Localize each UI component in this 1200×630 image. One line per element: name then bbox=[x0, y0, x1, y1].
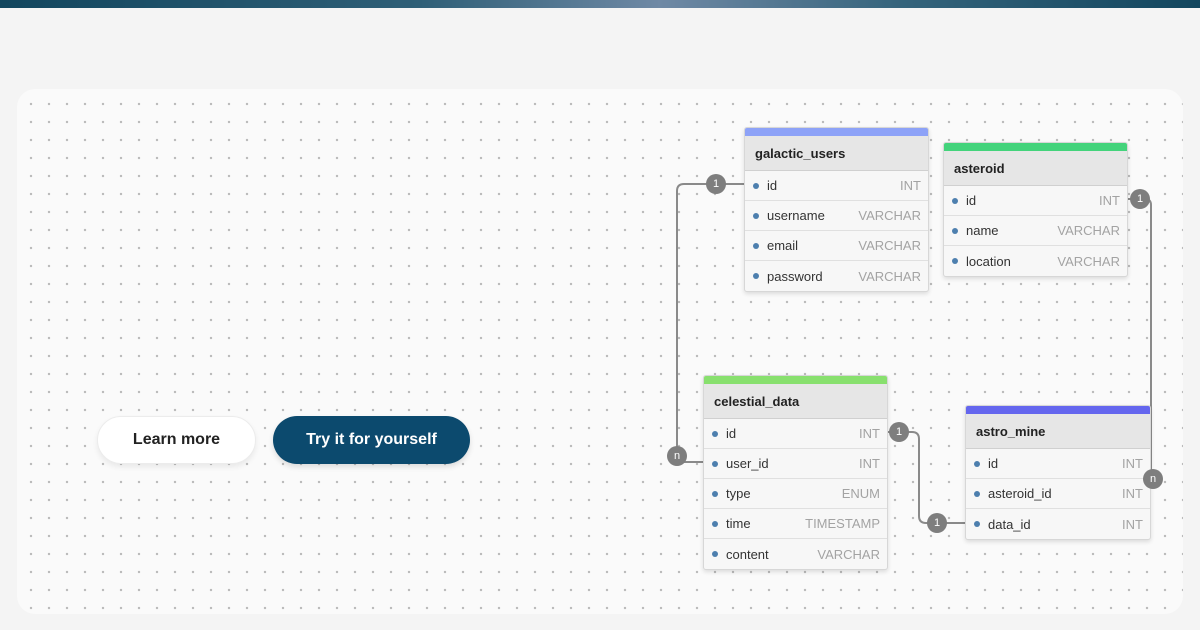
field-dot-icon bbox=[712, 460, 718, 467]
field-row[interactable]: id INT bbox=[745, 171, 928, 201]
table-astro-mine[interactable]: astro_mine id INT asteroid_id INT data_id I… bbox=[965, 405, 1151, 540]
field-name: email bbox=[767, 238, 799, 253]
table-celestial-data[interactable]: celestial_data id INT user_id INT type ENUM… bbox=[703, 375, 888, 570]
field-name: type bbox=[726, 486, 751, 501]
field-dot-icon bbox=[712, 520, 718, 527]
cardinality-badge: n bbox=[1143, 469, 1163, 489]
field-row[interactable]: content VARCHAR bbox=[704, 539, 887, 569]
field-type: VARCHAR bbox=[817, 546, 880, 562]
table-asteroid[interactable]: asteroid id INT name VARCHAR location VARCH… bbox=[943, 142, 1128, 277]
field-dot-icon bbox=[974, 490, 980, 497]
field-type: INT bbox=[900, 178, 921, 193]
field-row[interactable]: id INT bbox=[944, 186, 1127, 216]
field-row[interactable]: email VARCHAR bbox=[745, 231, 928, 261]
field-name: asteroid_id bbox=[988, 486, 1052, 501]
field-dot-icon bbox=[974, 521, 980, 527]
field-dot-icon bbox=[712, 551, 718, 557]
cardinality-badge: 1 bbox=[889, 422, 909, 442]
field-type: VARCHAR bbox=[858, 208, 921, 223]
field-type: VARCHAR bbox=[1057, 223, 1120, 238]
table-color-band bbox=[944, 143, 1127, 151]
field-dot-icon bbox=[952, 227, 958, 234]
field-name: data_id bbox=[988, 516, 1031, 532]
cardinality-badge: 1 bbox=[927, 513, 947, 533]
field-row[interactable]: user_id INT bbox=[704, 449, 887, 479]
field-dot-icon bbox=[753, 273, 759, 279]
field-name: id bbox=[726, 426, 737, 441]
field-name: id bbox=[966, 193, 977, 208]
field-dot-icon bbox=[753, 212, 759, 219]
field-dot-icon bbox=[974, 460, 980, 467]
field-row[interactable]: data_id INT bbox=[966, 509, 1150, 539]
field-type: INT bbox=[859, 456, 880, 471]
table-title: celestial_data bbox=[704, 384, 887, 419]
learn-more-button[interactable]: Learn more bbox=[97, 416, 256, 464]
field-name: id bbox=[988, 456, 999, 471]
edge-celestial-data-to-astro-mine bbox=[887, 431, 966, 524]
field-name: password bbox=[767, 268, 823, 284]
cardinality-badge: n bbox=[667, 446, 687, 466]
field-row[interactable]: name VARCHAR bbox=[944, 216, 1127, 246]
table-galactic-users[interactable]: galactic_users id INT username VARCHAR ema… bbox=[744, 127, 929, 292]
field-type: TIMESTAMP bbox=[805, 516, 880, 531]
cardinality-badge: 1 bbox=[1130, 189, 1150, 209]
field-type: ENUM bbox=[841, 486, 880, 501]
field-type: INT bbox=[1122, 456, 1143, 471]
table-color-band bbox=[745, 128, 928, 136]
table-color-band bbox=[966, 406, 1150, 414]
table-title: astro_mine bbox=[966, 414, 1150, 449]
field-dot-icon bbox=[952, 258, 958, 264]
try-it-button[interactable]: Try it for yourself bbox=[273, 416, 470, 464]
field-name: user_id bbox=[726, 456, 769, 471]
table-title: galactic_users bbox=[745, 136, 928, 171]
table-title: asteroid bbox=[944, 151, 1127, 186]
field-name: location bbox=[966, 253, 1011, 269]
field-dot-icon bbox=[753, 182, 759, 189]
cardinality-badge: 1 bbox=[706, 174, 726, 194]
field-row[interactable]: id INT bbox=[966, 449, 1150, 479]
field-name: time bbox=[726, 516, 751, 531]
table-color-band bbox=[704, 376, 887, 384]
field-dot-icon bbox=[712, 490, 718, 497]
field-name: name bbox=[966, 223, 999, 238]
field-row[interactable]: password VARCHAR bbox=[745, 261, 928, 291]
field-type: INT bbox=[1122, 486, 1143, 501]
field-row[interactable]: location VARCHAR bbox=[944, 246, 1127, 276]
field-type: INT bbox=[1122, 516, 1143, 532]
field-name: username bbox=[767, 208, 825, 223]
field-name: id bbox=[767, 178, 778, 193]
field-row[interactable]: id INT bbox=[704, 419, 887, 449]
field-type: INT bbox=[859, 426, 880, 441]
field-row[interactable]: type ENUM bbox=[704, 479, 887, 509]
field-row[interactable]: username VARCHAR bbox=[745, 201, 928, 231]
field-type: VARCHAR bbox=[858, 238, 921, 253]
field-name: content bbox=[726, 546, 769, 562]
field-row[interactable]: asteroid_id INT bbox=[966, 479, 1150, 509]
field-dot-icon bbox=[952, 197, 958, 204]
field-dot-icon bbox=[712, 430, 718, 437]
field-type: INT bbox=[1099, 193, 1120, 208]
field-type: VARCHAR bbox=[858, 268, 921, 284]
field-dot-icon bbox=[753, 242, 759, 249]
field-type: VARCHAR bbox=[1057, 253, 1120, 269]
field-row[interactable]: time TIMESTAMP bbox=[704, 509, 887, 539]
